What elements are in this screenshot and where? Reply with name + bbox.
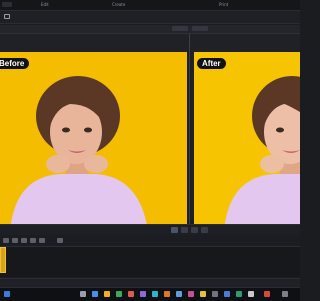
app-icon-4[interactable] xyxy=(128,291,134,297)
status-bar xyxy=(0,278,300,287)
app-icon-8[interactable] xyxy=(176,291,182,297)
stop-icon[interactable] xyxy=(181,227,188,233)
after-photo xyxy=(194,52,300,231)
rotate-icon[interactable] xyxy=(30,238,36,243)
start-icon[interactable] xyxy=(4,291,10,297)
menu-edit[interactable]: Edit xyxy=(41,2,49,7)
toolbar xyxy=(0,11,300,24)
app-icon-9[interactable] xyxy=(188,291,194,297)
next-icon[interactable] xyxy=(201,227,208,233)
search-icon[interactable] xyxy=(80,291,86,297)
app-icon-12[interactable] xyxy=(224,291,230,297)
app-icon-7[interactable] xyxy=(164,291,170,297)
app-icon-15[interactable] xyxy=(264,291,270,297)
folder-icon[interactable] xyxy=(4,14,10,19)
app-icon-10[interactable] xyxy=(200,291,206,297)
split-divider[interactable] xyxy=(189,34,190,254)
after-image xyxy=(194,52,300,231)
menu-bar: Edit Create Print xyxy=(0,0,300,11)
preview-area: Before After xyxy=(0,34,300,254)
preview-header xyxy=(0,25,300,34)
app-icon-3[interactable] xyxy=(116,291,122,297)
crop-icon[interactable] xyxy=(21,238,27,243)
timeline[interactable] xyxy=(0,247,300,277)
split-icon[interactable] xyxy=(12,238,18,243)
view-tab-1[interactable] xyxy=(172,26,188,31)
transport-bar xyxy=(0,224,300,235)
menu-print[interactable]: Print xyxy=(219,2,228,7)
cut-icon[interactable] xyxy=(3,238,9,243)
app-icon-14[interactable] xyxy=(248,291,254,297)
taskbar xyxy=(0,287,300,301)
before-photo xyxy=(0,52,187,231)
after-badge: After xyxy=(197,58,226,69)
app-icon-13[interactable] xyxy=(236,291,242,297)
before-image xyxy=(0,52,187,231)
view-tab-2[interactable] xyxy=(192,26,208,31)
before-badge: Before xyxy=(0,58,30,69)
prev-icon[interactable] xyxy=(191,227,198,233)
app-icon-5[interactable] xyxy=(140,291,146,297)
app-icon-2[interactable] xyxy=(104,291,110,297)
app-icon-1[interactable] xyxy=(92,291,98,297)
timeline-clip[interactable] xyxy=(0,247,6,273)
app-icon-11[interactable] xyxy=(212,291,218,297)
app-menu-icon[interactable] xyxy=(2,2,12,7)
tray-icon[interactable] xyxy=(282,291,288,297)
app-icon-6[interactable] xyxy=(152,291,158,297)
delete-icon[interactable] xyxy=(39,238,45,243)
add-icon[interactable] xyxy=(57,238,63,243)
timeline-toolbar xyxy=(0,235,300,247)
play-icon[interactable] xyxy=(171,227,178,233)
menu-create[interactable]: Create xyxy=(112,2,125,7)
